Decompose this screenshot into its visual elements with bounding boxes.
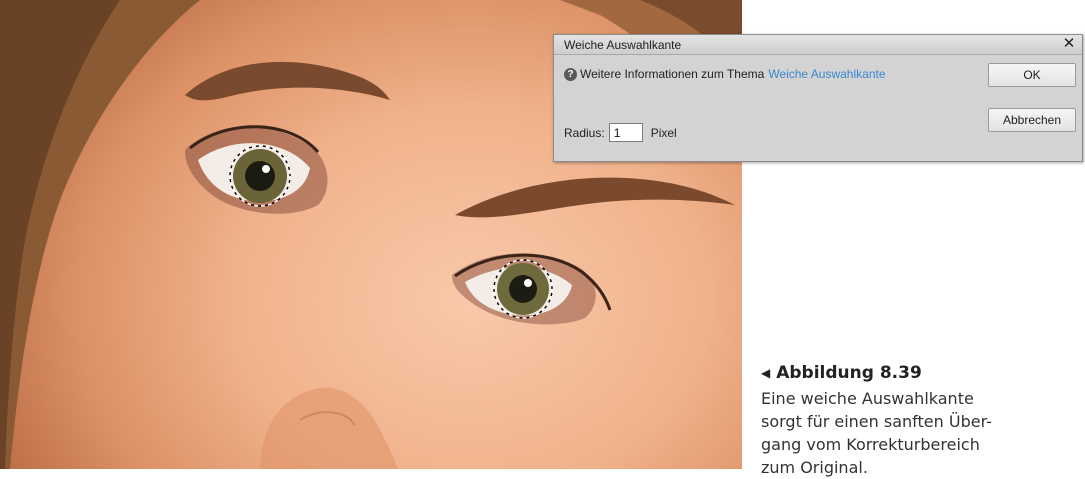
info-link[interactable]: Weiche Auswahlkante — [768, 67, 885, 81]
unit-label: Pixel — [650, 125, 677, 140]
radius-label: Radius: — [564, 125, 605, 140]
caption-line: Eine weiche Auswahlkante — [761, 389, 974, 408]
caption-line: sorgt für einen sanften Über- — [761, 412, 992, 431]
figure-caption: ◀ Abbildung 8.39 Eine weiche Auswahlkant… — [761, 363, 1081, 479]
help-icon[interactable]: ? — [564, 67, 577, 81]
info-text: Weitere Informationen zum Thema — [580, 67, 765, 81]
caption-title: Abbildung 8.39 — [776, 363, 922, 383]
dialog-title: Weiche Auswahlkante — [564, 38, 682, 52]
dialog-titlebar[interactable]: Weiche Auswahlkante ✕ — [554, 35, 1082, 55]
ok-button[interactable]: OK — [988, 63, 1076, 87]
caption-arrow-icon: ◀ — [761, 366, 771, 380]
radius-row: Radius: Pixel — [564, 123, 677, 142]
cancel-button[interactable]: Abbrechen — [988, 108, 1076, 132]
close-icon[interactable]: ✕ — [1061, 36, 1077, 52]
info-row: ? Weitere Informationen zum Thema Weiche… — [564, 67, 886, 81]
caption-line: gang vom Korrekturbereich — [761, 435, 980, 454]
caption-line: zum Original. — [761, 458, 868, 477]
caption-body: Eine weiche Auswahlkante sorgt für einen… — [761, 387, 1081, 479]
soft-edge-dialog: Weiche Auswahlkante ✕ ? Weitere Informat… — [553, 34, 1083, 162]
caption-title-row: ◀ Abbildung 8.39 — [761, 363, 1081, 383]
radius-input[interactable] — [608, 123, 643, 142]
